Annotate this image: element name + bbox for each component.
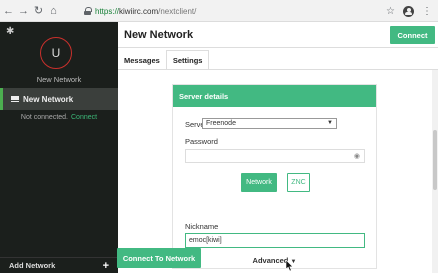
connection-status: Not connected. Connect <box>0 114 118 121</box>
eye-icon[interactable]: ◉ <box>354 152 360 160</box>
back-arrow-icon[interactable]: ← <box>2 3 15 19</box>
star-icon[interactable]: ☆ <box>386 6 395 17</box>
server-select[interactable]: Freenode ▼ <box>202 118 337 129</box>
tab-settings[interactable]: Settings <box>165 50 210 70</box>
server-details-heading: Server details <box>173 85 376 107</box>
network-button[interactable]: Network <box>241 173 277 192</box>
advanced-label: Advanced <box>252 256 289 265</box>
status-text: Not connected. <box>20 114 68 121</box>
url-host: kiwiirc.com <box>119 6 159 16</box>
tab-messages[interactable]: Messages <box>118 50 166 70</box>
advanced-toggle[interactable]: Advanced ▼ <box>173 256 376 265</box>
list-icon <box>11 96 19 102</box>
password-label: Password <box>185 137 218 146</box>
add-network-label[interactable]: Add Network <box>9 261 55 270</box>
caret-down-icon: ▼ <box>327 120 333 126</box>
scrollbar[interactable] <box>432 70 438 273</box>
page-title: New Network <box>124 29 194 41</box>
header: New Network Connect <box>118 22 438 48</box>
tab-bar: Messages Settings <box>118 50 210 70</box>
lock-icon <box>84 7 92 15</box>
profile-icon[interactable] <box>403 5 414 17</box>
reload-icon[interactable]: ↻ <box>32 3 45 19</box>
url-path: /nextclient/ <box>158 6 197 16</box>
browser-toolbar: ← → ↻ ⌂ https://kiwiirc.com/nextclient/ … <box>0 0 438 22</box>
nickname-label: Nickname <box>185 222 219 231</box>
address-bar[interactable]: https://kiwiirc.com/nextclient/ <box>84 3 196 19</box>
avatar[interactable]: U <box>40 37 72 69</box>
avatar-letter: U <box>51 46 61 60</box>
forward-arrow-icon[interactable]: → <box>17 3 30 19</box>
plus-icon[interactable]: + <box>103 260 109 272</box>
main-panel: New Network Connect Messages Settings Se… <box>118 22 438 273</box>
server-select-value: Freenode <box>206 120 236 127</box>
password-input[interactable]: ◉ <box>185 149 365 163</box>
nickname-input[interactable]: emoc[kiwi] <box>185 233 365 248</box>
gear-icon[interactable]: ✱ <box>6 26 14 37</box>
home-icon[interactable]: ⌂ <box>47 3 60 19</box>
znc-button[interactable]: ZNC <box>287 173 310 192</box>
add-network-bar[interactable]: Add Network + <box>0 257 118 273</box>
tab-divider <box>118 69 438 70</box>
scrollbar-thumb[interactable] <box>433 130 437 190</box>
mouse-cursor-icon <box>285 260 294 272</box>
sidebar-network-label: New Network <box>36 75 82 84</box>
sidebar-item-label: New Network <box>23 94 74 104</box>
server-details-panel: Server details Server Freenode ▼ Passwor… <box>172 84 377 269</box>
menu-dots-icon[interactable]: ⋮ <box>422 6 432 17</box>
connect-button[interactable]: Connect <box>390 26 435 44</box>
sidebar: ✱ U New Network New Network Not connecte… <box>0 22 118 273</box>
sidebar-item-new-network[interactable]: New Network <box>0 88 118 110</box>
connect-to-network-button[interactable]: Connect To Network <box>117 248 201 268</box>
url-scheme: https:// <box>95 6 120 16</box>
nickname-value: emoc[kiwi] <box>189 237 222 244</box>
connect-link[interactable]: Connect <box>71 114 97 121</box>
